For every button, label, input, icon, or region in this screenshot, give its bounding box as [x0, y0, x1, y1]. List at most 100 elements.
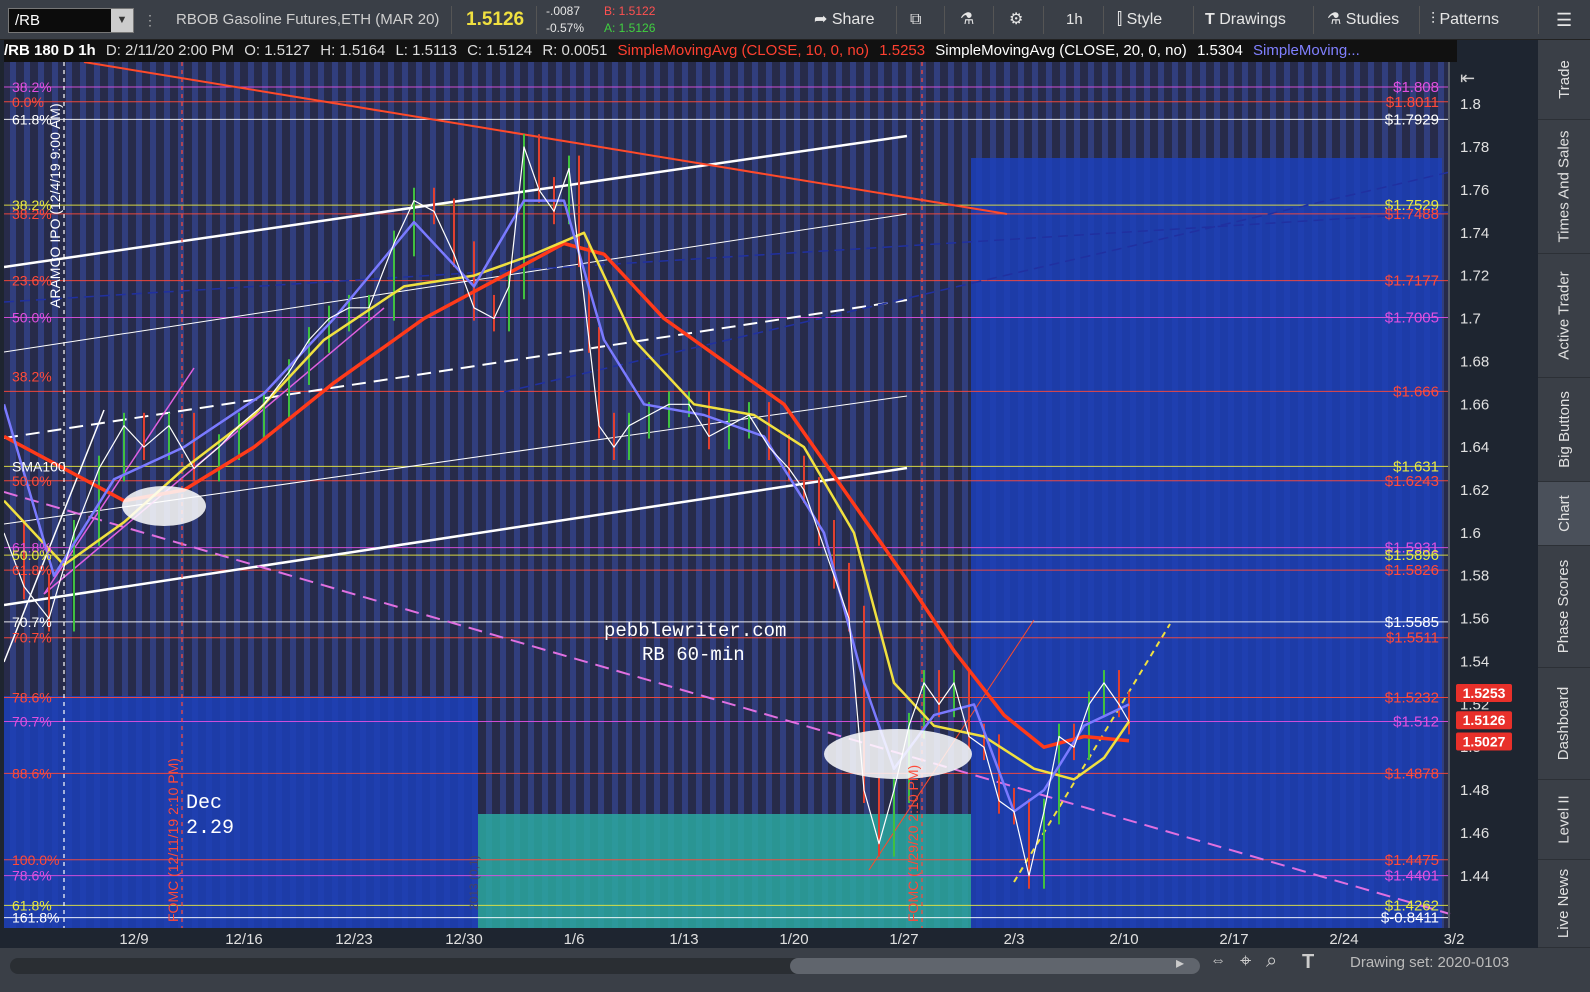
sma20-label[interactable]: SimpleMovingAvg (CLOSE, 20, 0, no) [935, 42, 1187, 59]
tab-level-ii[interactable]: Level II [1538, 780, 1590, 860]
expand-icon[interactable]: ⇔ [1210, 952, 1226, 970]
session-stripe [696, 62, 702, 928]
share-button[interactable]: ➦ Share [814, 0, 875, 40]
menu-icon[interactable]: ☰ [1556, 0, 1572, 40]
tab-chart[interactable]: Chart [1538, 482, 1590, 546]
instrument-description: RBOB Gasoline Futures,ETH (MAR 20) [176, 11, 440, 28]
patterns-button[interactable]: ⫶ Patterns [1431, 0, 1499, 40]
fomc-event-label: FOMC (12/11/19 2:10 PM) [165, 758, 181, 922]
x-tick-label: 1/20 [779, 931, 808, 948]
sma-more-label[interactable]: SimpleMoving... [1253, 42, 1360, 59]
x-tick-label: 1/6 [564, 931, 585, 948]
x-tick-label: 1/13 [669, 931, 698, 948]
fib-label: 61.8% [12, 562, 52, 578]
watermark-desc: RB 60-min [642, 644, 745, 666]
tab-label: Level II [1555, 795, 1573, 844]
session-stripe [948, 62, 954, 928]
y-tick-label: 1.64 [1460, 439, 1489, 456]
tab-label: Times And Sales [1555, 130, 1573, 243]
scrollbar-thumb[interactable] [790, 958, 1200, 974]
chart-info-line: /RB 180 D 1h D: 2/11/20 2:00 PM O: 1.512… [4, 40, 1457, 62]
sma10-label[interactable]: SimpleMovingAvg (CLOSE, 10, 0, no) [618, 42, 870, 59]
session-stripe [808, 62, 814, 928]
tab-times-and-sales[interactable]: Times And Sales [1538, 120, 1590, 254]
fib-label: 100.0% [12, 852, 59, 868]
misc-event-label: 2013 (0,1) [467, 855, 481, 910]
fib-label: 78.6% [12, 689, 52, 705]
x-tick-label: 3/2 [1444, 931, 1465, 948]
session-stripe [752, 62, 758, 928]
divider [1538, 6, 1539, 34]
chart-area[interactable]: pebblewriter.com RB 60-min Dec 2.29 ARAM… [2, 61, 1538, 948]
tab-phase-scores[interactable]: Phase Scores [1538, 546, 1590, 668]
symbol-selector[interactable]: /RB ▼ [8, 8, 134, 33]
fib-label: 38.2% [12, 206, 52, 222]
fib-label: 70.7% [12, 714, 52, 730]
price-level-label: $1.7488 [1385, 206, 1439, 223]
watermark-site: pebblewriter.com [604, 620, 786, 642]
bar-low: L: 1.5113 [395, 42, 457, 59]
price-badge-label: 1.5253 [1463, 685, 1506, 701]
ask-price: A: 1.5126 [604, 21, 656, 35]
y-tick-label: 1.78 [1460, 139, 1489, 156]
zoom-icon[interactable]: ⌕ [1266, 950, 1277, 973]
text-tool-icon: T [1205, 11, 1220, 28]
fib-label: 88.6% [12, 765, 52, 781]
price-level-label: $1.7929 [1385, 111, 1439, 128]
flask-icon: ⚗ [1327, 11, 1346, 28]
fib-label: 70.7% [12, 630, 52, 646]
y-tick-label: 1.54 [1460, 653, 1489, 670]
price-level-label: $1.8011 [1386, 94, 1439, 111]
share-label: Share [831, 11, 875, 28]
x-tick-label: 12/30 [445, 931, 483, 948]
y-tick-label: 1.76 [1460, 182, 1489, 199]
price-level-label: $1.5511 [1386, 630, 1439, 647]
price-level-label: $1.7177 [1385, 273, 1439, 290]
scroll-right-icon[interactable]: ▸ [1176, 953, 1184, 973]
y-tick-label: 1.46 [1460, 825, 1489, 842]
divider [451, 6, 452, 34]
chevron-down-icon[interactable]: ▼ [111, 9, 133, 32]
session-stripe [682, 62, 688, 928]
chart-title: /RB 180 D 1h [4, 42, 96, 59]
drawings-button[interactable]: T Drawings [1205, 0, 1286, 40]
tab-dashboard[interactable]: Dashboard [1538, 668, 1590, 780]
divider [944, 6, 945, 34]
chart-settings-icon[interactable]: ⧉ [910, 0, 921, 40]
price-badges: 1.5253 1.5126 1.5027 [1456, 683, 1512, 751]
style-button[interactable]: ⫿ Style [1117, 0, 1162, 40]
y-tick-label: 1.56 [1460, 611, 1489, 628]
bar-high: H: 1.5164 [320, 42, 386, 59]
price-chart[interactable]: pebblewriter.com RB 60-min Dec 2.29 ARAM… [2, 61, 1538, 948]
tab-big-buttons[interactable]: Big Buttons [1538, 378, 1590, 482]
tab-trade[interactable]: Trade [1538, 40, 1590, 120]
highlight-ellipse [824, 729, 972, 779]
tab-active-trader[interactable]: Active Trader [1538, 254, 1590, 378]
dec-note-line1: Dec [186, 792, 222, 815]
text-tool-icon[interactable]: T [1302, 951, 1314, 974]
flask-icon[interactable]: ⚗ [960, 0, 974, 40]
candle-icon: ⫿ [1117, 11, 1127, 28]
studies-button[interactable]: ⚗ Studies [1327, 0, 1399, 40]
price-level-label: $1.5232 [1385, 689, 1439, 706]
crosshair-icon[interactable]: ⌖ [1240, 950, 1251, 973]
session-stripe [962, 62, 968, 928]
y-tick-label: 1.66 [1460, 396, 1489, 413]
grip-icon[interactable]: ⋮ [143, 0, 157, 40]
y-tick-label: 1.48 [1460, 782, 1489, 799]
target-zone-right [971, 158, 1442, 928]
timeframe-button[interactable]: 1h [1066, 0, 1083, 40]
teal-zone [478, 814, 971, 928]
y-tick-label: 1.74 [1460, 225, 1489, 242]
maximize-icon[interactable]: ⇤ [1460, 68, 1475, 88]
gear-icon[interactable]: ⚙ [1009, 0, 1023, 40]
price-level-label: $1.512 [1393, 714, 1439, 731]
drawing-set-label[interactable]: Drawing set: 2020-0103 [1350, 954, 1509, 971]
share-icon: ➦ [814, 11, 832, 28]
sma10-value: 1.5253 [879, 42, 926, 59]
tab-label: Active Trader [1555, 271, 1573, 360]
tab-live-news[interactable]: Live News [1538, 860, 1590, 948]
x-tick-label: 1/27 [889, 931, 918, 948]
bid-price: B: 1.5122 [604, 4, 656, 18]
last-price: 1.5126 [466, 9, 525, 30]
